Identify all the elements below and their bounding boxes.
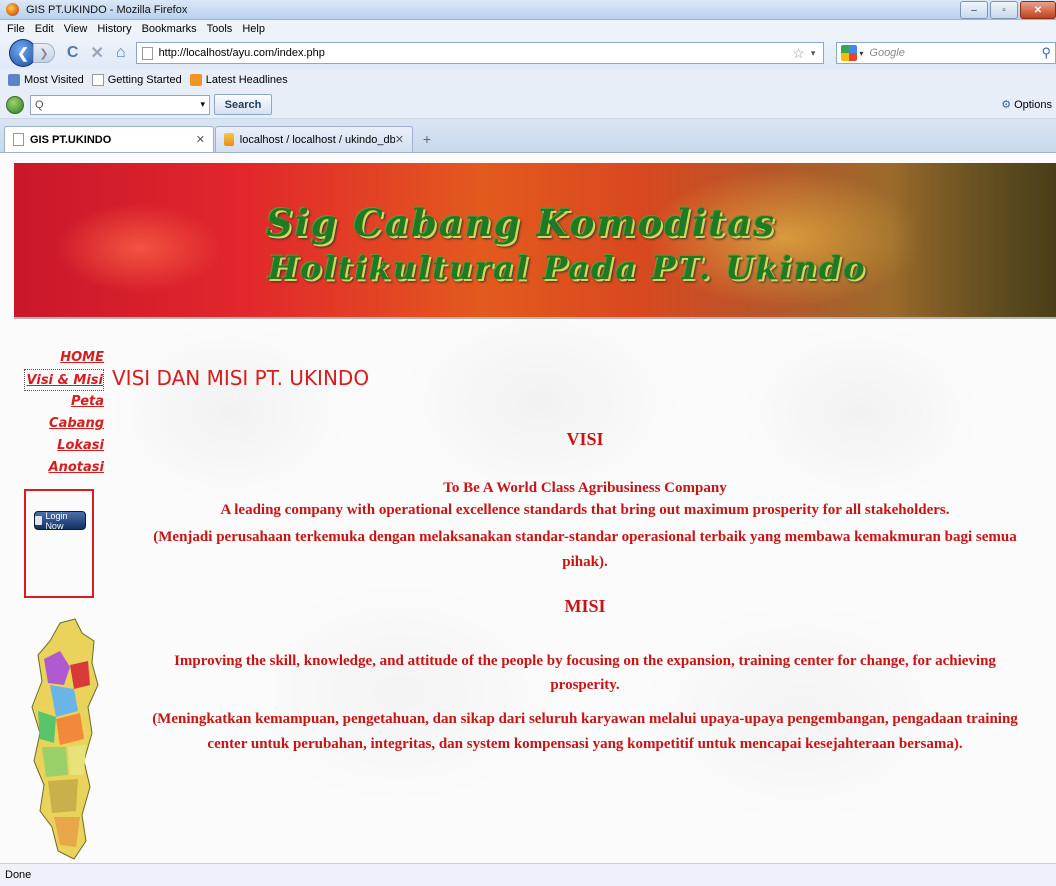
web-search-box[interactable]: ▾ Google ⚲: [836, 42, 1056, 64]
options-label: Options: [1014, 98, 1052, 111]
new-tab-button[interactable]: +: [415, 128, 439, 150]
tab-bar: GIS PT.UKINDO ✕ localhost / localhost / …: [0, 119, 1056, 153]
url-bar[interactable]: http://localhost/ayu.com/index.php ☆ ▾: [135, 42, 825, 64]
menu-file[interactable]: File: [7, 23, 25, 35]
tab-phpmyadmin[interactable]: localhost / localhost / ukindo_db / ... …: [215, 126, 413, 152]
visi-line: (Menjadi perusahaan terkemuka dengan mel…: [153, 529, 1017, 545]
site-banner: Sig Cabang Komoditas Holtikultural Pada …: [14, 163, 1056, 319]
search-engine-dropdown-icon[interactable]: ▾: [859, 49, 863, 58]
window-controls: – ▫ ✕: [958, 0, 1056, 20]
phpmyadmin-icon: [224, 133, 234, 146]
login-label: Login Now: [45, 510, 68, 531]
google-icon[interactable]: [841, 45, 858, 61]
menu-edit[interactable]: Edit: [35, 23, 54, 35]
visi-line: A leading company with operational excel…: [220, 502, 950, 518]
stop-icon[interactable]: ✕: [90, 43, 103, 63]
tab-label: GIS PT.UKINDO: [30, 133, 112, 146]
toolbar-search-value[interactable]: Q: [35, 99, 44, 111]
navigation-toolbar: ❮ ❯ C ✕ ⌂ http://localhost/ayu.com/index…: [0, 37, 1056, 69]
home-icon[interactable]: ⌂: [116, 44, 126, 62]
banner-glow: [54, 203, 224, 293]
banner-title-line1: Sig Cabang Komoditas: [266, 201, 777, 245]
bookmark-label: Most Visited: [24, 74, 84, 86]
addon-search-toolbar: Q ▾ Search ⚙ Options: [0, 91, 1056, 119]
url-text[interactable]: http://localhost/ayu.com/index.php: [159, 47, 325, 59]
bookmark-latest-headlines[interactable]: Latest Headlines: [189, 74, 288, 86]
page-icon: [91, 74, 104, 86]
nav-link-home[interactable]: HOME: [24, 347, 104, 369]
nav-link-peta[interactable]: Peta: [24, 391, 104, 413]
misi-line: prosperity.: [550, 677, 620, 693]
banner-title-line2: Holtikultural Pada PT. Ukindo: [268, 249, 867, 287]
menu-tools[interactable]: Tools: [207, 23, 233, 35]
status-bar: Done: [0, 863, 1056, 886]
bookmark-getting-started[interactable]: Getting Started: [91, 74, 182, 86]
most-visited-icon: [8, 74, 20, 86]
search-icon[interactable]: ⚲: [1041, 45, 1051, 61]
banner-shade: [894, 163, 1056, 317]
toolbar-search-button[interactable]: Search: [214, 94, 272, 115]
menu-help[interactable]: Help: [242, 23, 265, 35]
misi-line: (Meningkatkan kemampuan, pengetahuan, da…: [152, 711, 1018, 727]
bookmark-star-icon[interactable]: ☆: [792, 45, 805, 62]
gear-icon: ⚙: [1001, 99, 1012, 111]
bookmark-label: Latest Headlines: [205, 74, 288, 86]
maximize-button[interactable]: ▫: [990, 1, 1018, 19]
url-dropdown-icon[interactable]: ▾: [811, 48, 816, 59]
window-titlebar: GIS PT.UKINDO - Mozilla Firefox – ▫ ✕: [0, 0, 1056, 20]
firefox-icon: [6, 3, 19, 16]
menu-bookmarks[interactable]: Bookmarks: [142, 23, 197, 35]
misi-title: MISI: [564, 596, 606, 616]
menu-history[interactable]: History: [97, 23, 131, 35]
misi-line: Improving the skill, knowledge, and atti…: [174, 653, 996, 669]
reload-icon[interactable]: C: [67, 44, 79, 62]
misi-line: center untuk perubahan, integritas, dan …: [207, 736, 963, 752]
close-tab-icon[interactable]: ✕: [196, 133, 205, 146]
close-button[interactable]: ✕: [1020, 1, 1056, 19]
status-text: Done: [5, 869, 32, 881]
visi-line: To Be A World Class Agribusiness Company: [443, 480, 727, 496]
bookmark-label: Getting Started: [107, 74, 182, 86]
nav-link-cabang[interactable]: Cabang: [24, 413, 104, 435]
region-map-image: [31, 618, 99, 860]
minimize-button[interactable]: –: [960, 1, 988, 19]
site-nav-menu: HOME Visi & Misi Peta Cabang Lokasi Anot…: [24, 347, 104, 479]
page-icon: [141, 46, 153, 60]
forward-button[interactable]: ❯: [32, 43, 55, 63]
page-content: Sig Cabang Komoditas Holtikultural Pada …: [0, 153, 1056, 863]
login-button[interactable]: Login Now: [34, 510, 86, 531]
page-icon: [13, 133, 24, 146]
toolbar-options-button[interactable]: ⚙ Options: [1001, 98, 1052, 112]
menu-view[interactable]: View: [64, 23, 88, 35]
login-box: Login Now: [24, 489, 94, 598]
close-tab-icon[interactable]: ✕: [395, 133, 404, 146]
visi-title: VISI: [566, 429, 604, 449]
nav-link-anotasi[interactable]: Anotasi: [24, 457, 104, 479]
search-placeholder: Google: [869, 47, 905, 59]
visi-line: pihak).: [562, 554, 608, 570]
bookmarks-toolbar: Most Visited Getting Started Latest Head…: [0, 69, 1056, 91]
globe-icon[interactable]: [6, 95, 24, 114]
chevron-down-icon[interactable]: ▾: [200, 99, 205, 110]
toolbar-search-input[interactable]: Q ▾: [30, 94, 210, 115]
nav-link-lokasi[interactable]: Lokasi: [24, 435, 104, 457]
tab-gis-ukindo[interactable]: GIS PT.UKINDO ✕: [4, 126, 214, 152]
menu-bar: File Edit View History Bookmarks Tools H…: [0, 20, 1056, 37]
tab-label: localhost / localhost / ukindo_db / ...: [239, 133, 395, 146]
window-title: GIS PT.UKINDO - Mozilla Firefox: [26, 3, 188, 16]
nav-link-visi-misi[interactable]: Visi & Misi: [24, 369, 104, 391]
lock-icon: [35, 516, 43, 525]
bookmark-most-visited[interactable]: Most Visited: [8, 74, 84, 86]
rss-icon: [189, 74, 202, 86]
page-title: VISI DAN MISI PT. UKINDO: [112, 366, 370, 390]
